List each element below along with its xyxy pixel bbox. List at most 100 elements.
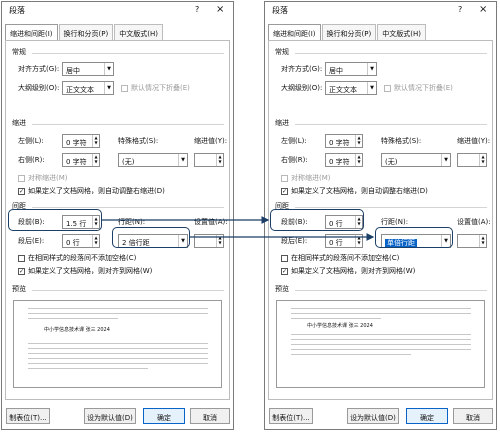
section-general-heading: 常规 bbox=[12, 48, 26, 56]
tab-line-page-breaks[interactable]: 换行和分页(P) bbox=[58, 24, 114, 40]
preview-line bbox=[291, 349, 471, 350]
set-default-button[interactable]: 设为默认值(D) bbox=[84, 408, 136, 424]
no-space-label: 在相同样式的段落间不添加空格(C) bbox=[291, 254, 400, 262]
chevron-down-icon: ▼ bbox=[441, 154, 450, 166]
no-space-checkbox[interactable] bbox=[281, 255, 288, 262]
snap-grid-checkbox[interactable]: ✓ bbox=[281, 268, 288, 275]
divider bbox=[32, 53, 224, 54]
callout-box-before-spacing-right bbox=[270, 209, 364, 231]
indent-right-input[interactable]: 0 字符 ▲ ▼ bbox=[325, 153, 363, 167]
indent-left-value: 0 字符 bbox=[329, 139, 350, 147]
ok-button[interactable]: 确定 bbox=[406, 408, 448, 424]
section-indent-heading: 缩进 bbox=[12, 119, 26, 127]
special-indent-label: 特殊格式(S): bbox=[381, 137, 422, 145]
outline-level-label: 大纲级别(O): bbox=[281, 84, 323, 92]
special-indent-select[interactable]: (无) ▼ bbox=[118, 153, 188, 167]
divider bbox=[32, 207, 224, 208]
divider bbox=[295, 290, 487, 291]
spinner-icon[interactable]: ▲ ▼ bbox=[92, 135, 99, 147]
preview-line bbox=[28, 318, 118, 319]
preview-sample-text: 中小学信息技术课 张三 2024 bbox=[307, 323, 373, 329]
indent-left-label: 左侧(L): bbox=[18, 137, 44, 145]
divider bbox=[295, 207, 487, 208]
indent-by-input[interactable]: ▲ ▼ bbox=[457, 153, 487, 167]
preview-line bbox=[28, 368, 148, 369]
cancel-button[interactable]: 取消 bbox=[453, 408, 493, 424]
indent-left-input[interactable]: 0 字符 ▲ ▼ bbox=[62, 134, 100, 148]
spinner-icon[interactable]: ▲ ▼ bbox=[355, 235, 362, 247]
set-default-button[interactable]: 设为默认值(D) bbox=[347, 408, 399, 424]
no-space-checkbox[interactable] bbox=[18, 255, 25, 262]
tab-line-page-breaks[interactable]: 换行和分页(P) bbox=[321, 24, 377, 40]
tab-indents-spacing[interactable]: 缩进和间距(I) bbox=[268, 24, 321, 41]
tab-strip: 缩进和间距(I) 换行和分页(P) 中文版式(H) bbox=[268, 24, 427, 41]
ok-button[interactable]: 确定 bbox=[143, 408, 185, 424]
spinner-icon[interactable]: ▲ ▼ bbox=[92, 235, 99, 247]
close-button[interactable]: × bbox=[479, 5, 487, 15]
preview-line bbox=[291, 318, 381, 319]
tab-indents-spacing[interactable]: 缩进和间距(I) bbox=[5, 24, 58, 41]
indent-right-value: 0 字符 bbox=[66, 158, 87, 166]
alignment-value: 居中 bbox=[329, 67, 343, 75]
preview-line bbox=[291, 344, 471, 345]
tabs-button[interactable]: 制表位(T)... bbox=[6, 408, 50, 424]
preview-line bbox=[291, 354, 411, 355]
collapse-checkbox[interactable] bbox=[384, 85, 391, 92]
divider bbox=[32, 124, 224, 125]
spinner-icon[interactable]: ▲ ▼ bbox=[355, 154, 362, 166]
indent-left-input[interactable]: 0 字符 ▲ ▼ bbox=[325, 134, 363, 148]
special-indent-value: (无) bbox=[122, 158, 135, 166]
close-button[interactable]: × bbox=[216, 5, 224, 15]
snap-grid-checkbox[interactable]: ✓ bbox=[18, 268, 25, 275]
alignment-select[interactable]: 居中 ▼ bbox=[325, 62, 377, 76]
chevron-down-icon: ▼ bbox=[367, 63, 376, 75]
tab-asian-typography[interactable]: 中文版式(H) bbox=[377, 24, 426, 40]
tabs-button[interactable]: 制表位(T)... bbox=[269, 408, 313, 424]
preview-line bbox=[28, 308, 208, 309]
spinner-icon[interactable]: ▲ ▼ bbox=[216, 235, 223, 247]
spacing-at-input[interactable]: ▲ ▼ bbox=[457, 234, 487, 248]
callout-box-before-spacing-left bbox=[8, 209, 102, 231]
dialog-title: 段落 bbox=[272, 6, 288, 15]
collapse-checkbox[interactable] bbox=[121, 85, 128, 92]
spacing-at-input[interactable]: ▲ ▼ bbox=[194, 234, 224, 248]
spinner-icon[interactable]: ▲ ▼ bbox=[92, 154, 99, 166]
special-indent-select[interactable]: (无) ▼ bbox=[381, 153, 451, 167]
spinner-icon[interactable]: ▲ ▼ bbox=[479, 235, 486, 247]
snap-grid-label: 如果定义了文档网格，则对齐到网格(W) bbox=[28, 267, 153, 275]
alignment-select[interactable]: 居中 ▼ bbox=[62, 62, 114, 76]
indent-right-label: 右侧(R): bbox=[281, 156, 308, 164]
spacing-after-label: 段后(E): bbox=[281, 237, 308, 245]
special-indent-value: (无) bbox=[385, 158, 398, 166]
help-button[interactable]: ? bbox=[458, 6, 462, 14]
indent-left-value: 0 字符 bbox=[66, 139, 87, 147]
spinner-icon[interactable]: ▲ ▼ bbox=[479, 154, 486, 166]
preview-sample-text: 中小学信息技术课 张三 2024 bbox=[44, 327, 110, 333]
auto-adjust-checkbox[interactable]: ✓ bbox=[18, 188, 25, 195]
spacing-after-input[interactable]: 0 行 ▲ ▼ bbox=[62, 234, 100, 248]
mirror-indent-checkbox[interactable] bbox=[18, 175, 25, 182]
title-bar: 段落 ? × bbox=[265, 2, 496, 20]
spacing-after-label: 段后(E): bbox=[18, 237, 45, 245]
outline-level-select[interactable]: 正文文本 ▼ bbox=[62, 81, 114, 95]
indent-by-input[interactable]: ▲ ▼ bbox=[194, 153, 224, 167]
tab-asian-typography[interactable]: 中文版式(H) bbox=[114, 24, 163, 40]
cancel-button[interactable]: 取消 bbox=[190, 408, 230, 424]
mirror-indent-label: 对称缩进(M) bbox=[28, 174, 68, 182]
indent-left-label: 左侧(L): bbox=[281, 137, 307, 145]
collapse-label: 默认情况下折叠(E) bbox=[131, 84, 190, 92]
auto-adjust-checkbox[interactable]: ✓ bbox=[281, 188, 288, 195]
outline-level-select[interactable]: 正文文本 ▼ bbox=[325, 81, 377, 95]
spinner-icon[interactable]: ▲ ▼ bbox=[355, 135, 362, 147]
no-space-label: 在相同样式的段落间不添加空格(C) bbox=[28, 254, 137, 262]
spacing-after-value: 0 行 bbox=[329, 239, 343, 247]
indent-right-input[interactable]: 0 字符 ▲ ▼ bbox=[62, 153, 100, 167]
chevron-down-icon: ▼ bbox=[367, 82, 376, 94]
spacing-after-input[interactable]: 0 行 ▲ ▼ bbox=[325, 234, 363, 248]
spinner-icon[interactable]: ▲ ▼ bbox=[216, 154, 223, 166]
dialog-title: 段落 bbox=[9, 6, 25, 15]
preview-line bbox=[291, 313, 471, 314]
mirror-indent-checkbox[interactable] bbox=[281, 175, 288, 182]
help-button[interactable]: ? bbox=[195, 6, 199, 14]
divider bbox=[295, 53, 487, 54]
